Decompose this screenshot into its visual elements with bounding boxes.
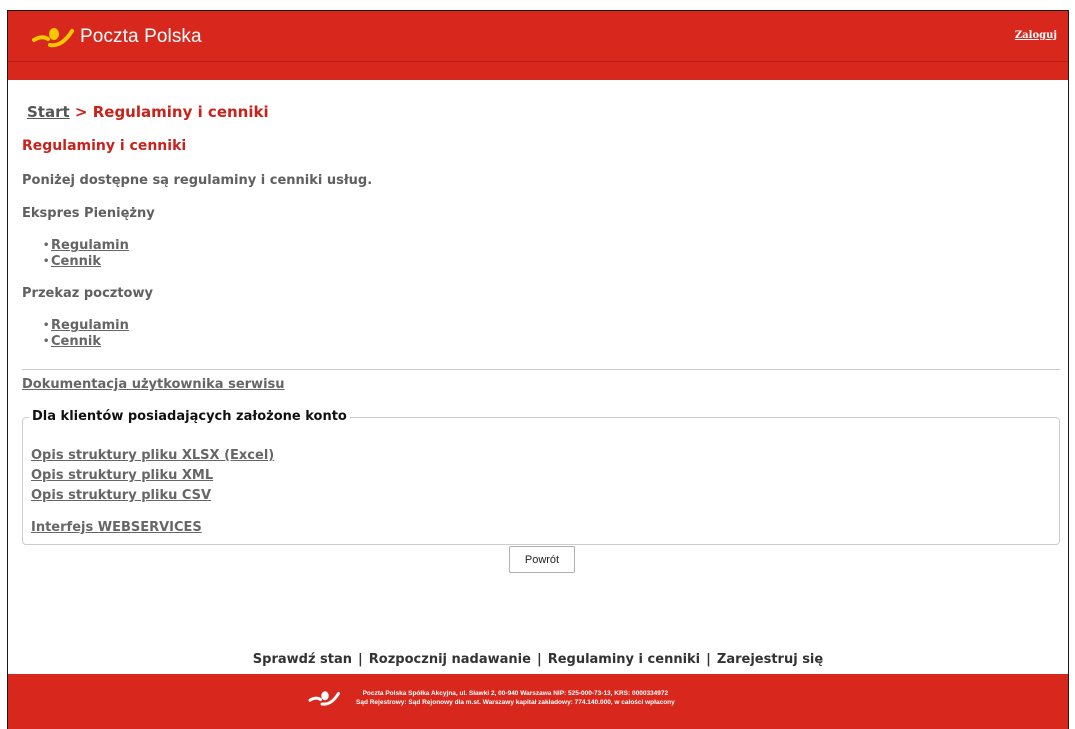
ekspres-cennik-link[interactable]: Cennik <box>51 254 101 270</box>
breadcrumb-home-link[interactable]: Start <box>27 103 70 121</box>
section-title-przekaz: Przekaz pocztowy <box>22 286 153 301</box>
browser-page-frame: Poczta Polska Zaloguj Start > Regulaminy… <box>7 10 1069 729</box>
bullet-icon: • <box>43 240 50 251</box>
bottom-nav-register[interactable]: Zarejestruj się <box>717 652 823 667</box>
bullet-icon: • <box>43 336 50 347</box>
header-stripe <box>8 61 1068 62</box>
csv-structure-link[interactable]: Opis struktury pliku CSV <box>31 486 274 506</box>
list-item: • Cennik <box>43 254 129 270</box>
nav-separator: | <box>536 652 542 667</box>
divider <box>22 369 1060 370</box>
footer-line-1: Poczta Polska Spółka Akcyjna, ul. Sławki… <box>362 690 669 697</box>
bottom-nav-start-sending[interactable]: Rozpocznij nadawanie <box>369 652 531 667</box>
bottom-nav-check-status[interactable]: Sprawdź stan <box>253 652 352 667</box>
ekspres-regulamin-link[interactable]: Regulamin <box>51 238 129 254</box>
breadcrumb: Start > Regulaminy i cenniki <box>27 103 269 121</box>
account-box-links: Opis struktury pliku XLSX (Excel) Opis s… <box>31 446 274 538</box>
footer-company-info: Poczta Polska Spółka Akcyjna, ul. Sławki… <box>356 689 675 707</box>
login-link[interactable]: Zaloguj <box>1015 30 1057 41</box>
post-horn-icon <box>32 28 74 48</box>
post-horn-icon <box>308 691 340 706</box>
ekspres-link-list: • Regulamin • Cennik <box>43 238 129 270</box>
przekaz-link-list: • Regulamin • Cennik <box>43 318 129 350</box>
przekaz-regulamin-link[interactable]: Regulamin <box>51 318 129 334</box>
account-clients-box: Dla klientów posiadających założone kont… <box>22 409 1060 545</box>
footer-line-2: Sąd Rejestrowy: Sąd Rejonowy dla m.st. W… <box>356 699 675 706</box>
intro-text: Poniżej dostępne są regulaminy i cenniki… <box>22 173 373 188</box>
list-item: • Regulamin <box>43 238 129 254</box>
webservices-link[interactable]: Interfejs WEBSERVICES <box>31 518 274 538</box>
back-button[interactable]: Powrót <box>509 546 575 573</box>
nav-separator: | <box>358 652 363 667</box>
page-title: Regulaminy i cenniki <box>22 138 187 154</box>
account-box-legend: Dla klientów posiadających założone kont… <box>29 409 350 424</box>
xlsx-structure-link[interactable]: Opis struktury pliku XLSX (Excel) <box>31 446 274 466</box>
brand-name: Poczta Polska <box>80 26 202 47</box>
list-item: • Cennik <box>43 334 129 350</box>
breadcrumb-current: Regulaminy i cenniki <box>92 103 269 121</box>
section-title-ekspres: Ekspres Pieniężny <box>22 206 155 221</box>
list-item: • Regulamin <box>43 318 129 334</box>
user-docs-link[interactable]: Dokumentacja użytkownika serwisu <box>22 377 285 392</box>
bullet-icon: • <box>43 320 50 331</box>
footer-content: Poczta Polska Spółka Akcyjna, ul. Sławki… <box>308 689 675 707</box>
header-bar: Poczta Polska Zaloguj <box>8 11 1068 80</box>
bottom-nav: Sprawdź stan | Rozpocznij nadawanie | Regula… <box>8 652 1068 667</box>
przekaz-cennik-link[interactable]: Cennik <box>51 334 101 350</box>
footer-bar: Poczta Polska Spółka Akcyjna, ul. Sławki… <box>8 674 1068 729</box>
xml-structure-link[interactable]: Opis struktury pliku XML <box>31 466 274 486</box>
bottom-nav-regulations[interactable]: Regulaminy i cenniki <box>548 652 700 667</box>
breadcrumb-separator: > <box>74 103 88 121</box>
nav-separator: | <box>706 652 711 667</box>
bullet-icon: • <box>43 256 50 267</box>
brand-logo[interactable]: Poczta Polska <box>32 25 202 49</box>
